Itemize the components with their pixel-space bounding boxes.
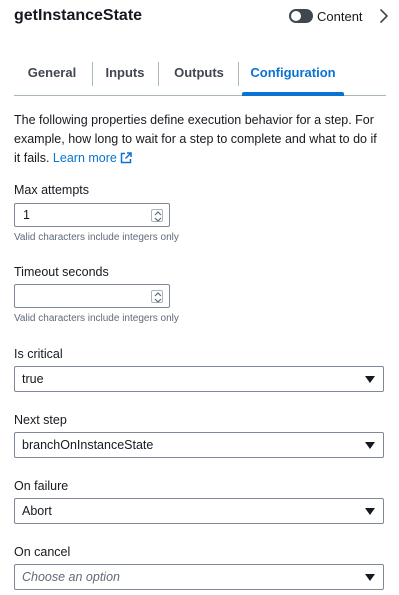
tab-divider xyxy=(238,62,239,86)
external-link-icon xyxy=(120,152,132,164)
on-cancel-label: On cancel xyxy=(14,545,71,559)
tab-bar: General Inputs Outputs Configuration xyxy=(14,58,386,96)
tab-inputs[interactable]: Inputs xyxy=(100,58,150,95)
timeout-seconds-hint: Valid characters include integers only xyxy=(14,313,179,324)
next-step-value: branchOnInstanceState xyxy=(22,438,154,452)
is-critical-label: Is critical xyxy=(14,347,63,361)
next-step-select[interactable]: branchOnInstanceState xyxy=(14,432,384,458)
content-toggle[interactable] xyxy=(289,9,313,23)
on-failure-select[interactable]: Abort xyxy=(14,498,384,524)
toggle-knob xyxy=(291,11,301,21)
tab-divider xyxy=(92,62,93,86)
is-critical-value: true xyxy=(22,372,44,386)
caret-down-icon xyxy=(365,376,375,383)
on-cancel-select[interactable]: Choose an option xyxy=(14,564,384,590)
timeout-seconds-label: Timeout seconds xyxy=(14,265,109,279)
on-failure-value: Abort xyxy=(22,504,52,518)
is-critical-select[interactable]: true xyxy=(14,366,384,392)
spinner-icon[interactable] xyxy=(151,290,163,303)
chevron-right-icon[interactable] xyxy=(377,8,391,24)
max-attempts-hint: Valid characters include integers only xyxy=(14,232,179,243)
timeout-seconds-input[interactable] xyxy=(14,284,170,308)
tab-configuration[interactable]: Configuration xyxy=(242,58,344,96)
spinner-icon[interactable] xyxy=(151,209,163,222)
panel-header: getInstanceState Content xyxy=(0,0,399,34)
description: The following properties define executio… xyxy=(14,111,386,168)
learn-more-link[interactable]: Learn more xyxy=(53,151,132,165)
tab-general[interactable]: General xyxy=(20,58,84,95)
caret-down-icon xyxy=(365,574,375,581)
next-step-label: Next step xyxy=(14,413,67,427)
content-toggle-label: Content xyxy=(317,9,363,24)
on-failure-label: On failure xyxy=(14,479,69,493)
on-cancel-placeholder: Choose an option xyxy=(22,570,120,584)
max-attempts-value: 1 xyxy=(23,208,30,222)
step-title: getInstanceState xyxy=(14,7,143,24)
tab-outputs[interactable]: Outputs xyxy=(166,58,232,95)
max-attempts-label: Max attempts xyxy=(14,183,90,197)
tab-divider xyxy=(158,62,159,86)
learn-more-label: Learn more xyxy=(52,151,117,165)
caret-down-icon xyxy=(365,442,375,449)
max-attempts-input[interactable]: 1 xyxy=(14,203,170,227)
caret-down-icon xyxy=(365,508,375,515)
